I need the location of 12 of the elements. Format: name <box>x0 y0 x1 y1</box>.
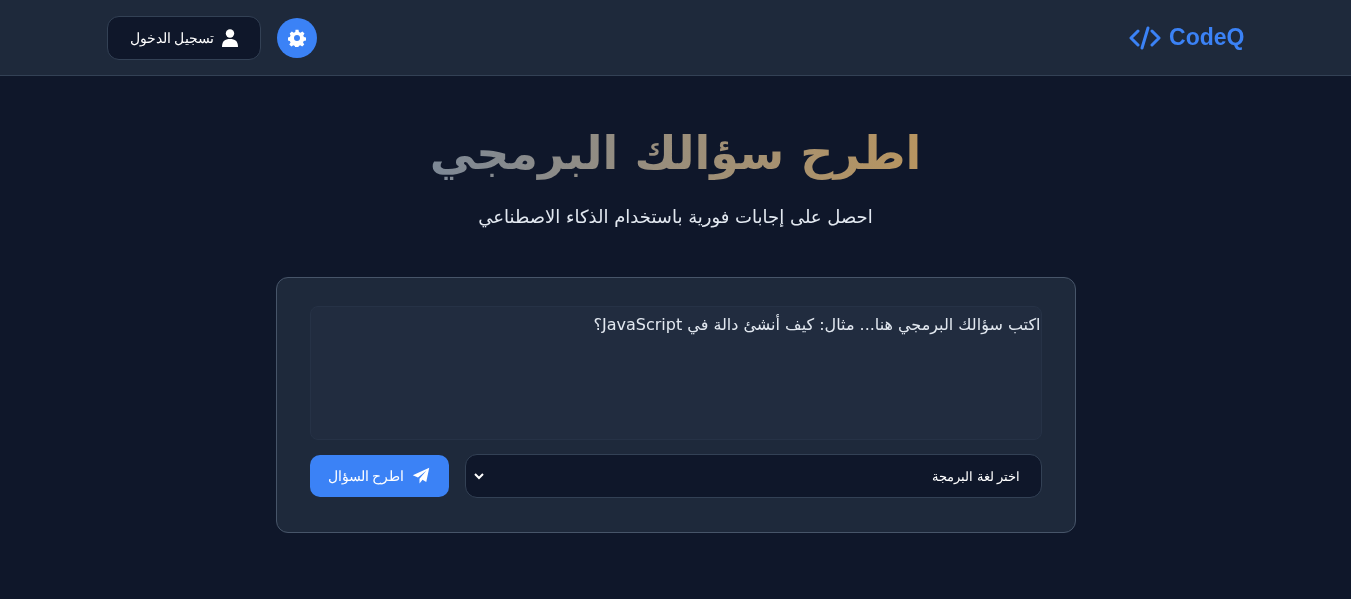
code-icon <box>1129 25 1162 50</box>
user-icon <box>222 28 239 47</box>
settings-button[interactable] <box>277 17 318 58</box>
paper-plane-icon <box>412 467 431 485</box>
submit-button[interactable]: اطرح السؤال <box>309 455 449 497</box>
language-select[interactable]: اختر لغة البرمجة <box>464 454 1042 498</box>
login-button[interactable]: تسجيل الدخول <box>106 15 262 60</box>
settings-icon <box>288 28 307 47</box>
question-field[interactable]: اكتب سؤالك البرمجي هنا... مثال: كيف أنشئ دالة في JavaScript؟ <box>309 306 1042 440</box>
subtitle: احصل على إجابات فورية باستخدام الذكاء الاصطناعي <box>478 206 873 227</box>
logo-text[interactable]: CodeQ <box>1169 24 1245 51</box>
chevron-down-icon <box>473 472 484 480</box>
